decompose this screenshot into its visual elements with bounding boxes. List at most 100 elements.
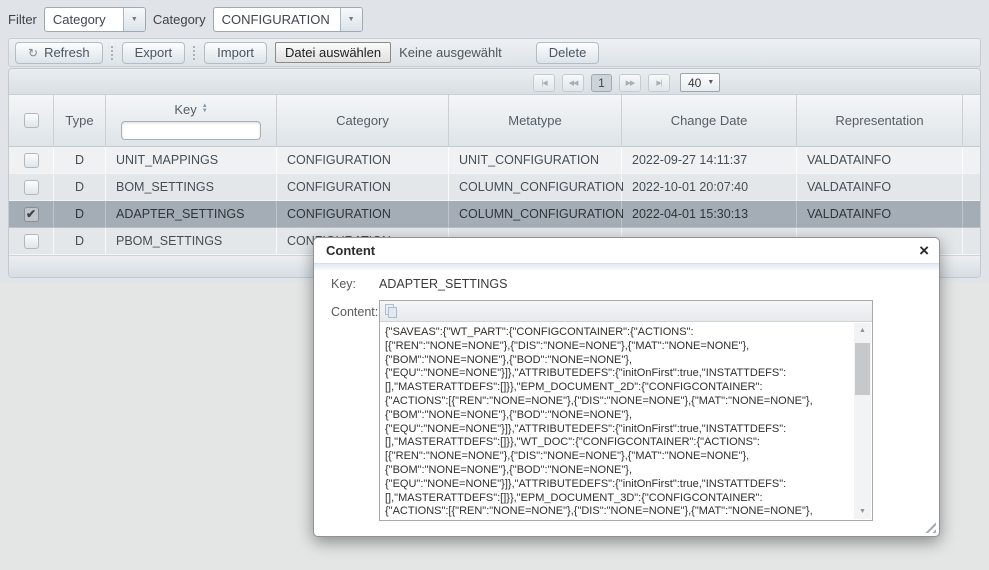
page-size-value: 40 xyxy=(688,76,701,90)
dialog-resize-handle[interactable] xyxy=(925,522,936,533)
file-choose-button[interactable]: Datei auswählen xyxy=(275,42,391,63)
column-header-representation: Representation xyxy=(797,95,963,146)
select-all-header-cell xyxy=(9,95,54,146)
select-all-checkbox[interactable] xyxy=(24,113,39,128)
current-page-indicator[interactable]: 1 xyxy=(591,74,612,92)
category-dropdown[interactable]: CONFIGURATION ▼ xyxy=(213,7,363,32)
last-page-button[interactable]: ▶| xyxy=(648,74,670,92)
row-checkbox[interactable] xyxy=(24,234,39,249)
dialog-key-value: ADAPTER_SETTINGS xyxy=(379,277,508,291)
row-checkbox-checked[interactable]: ✔ xyxy=(24,207,39,222)
table-row-selected[interactable]: ✔ D ADAPTER_SETTINGS CONFIGURATION COLUM… xyxy=(9,201,980,228)
table-row[interactable]: D UNIT_MAPPINGS CONFIGURATION UNIT_CONFI… xyxy=(9,147,980,174)
key-cell: UNIT_MAPPINGS xyxy=(106,147,277,173)
change-date-cell: 2022-04-01 15:30:13 xyxy=(622,201,797,227)
dropdown-arrow-icon[interactable]: ▼ xyxy=(340,8,362,31)
toolbar: ↻ Refresh Export Import Datei auswählen … xyxy=(8,38,981,67)
type-cell: D xyxy=(54,147,106,173)
change-date-cell: 2022-09-27 14:11:37 xyxy=(622,147,797,173)
spacer-cell xyxy=(963,228,980,254)
category-cell: CONFIGURATION xyxy=(277,147,449,173)
category-cell: CONFIGURATION xyxy=(277,201,449,227)
key-filter-input[interactable] xyxy=(121,121,261,140)
import-button[interactable]: Import xyxy=(204,42,267,64)
file-status-text: Keine ausgewählt xyxy=(399,45,502,60)
row-checkbox-cell xyxy=(9,174,54,200)
representation-cell: VALDATAINFO xyxy=(797,201,963,227)
spacer-cell xyxy=(963,174,980,200)
spacer-cell xyxy=(963,201,980,227)
scroll-up-icon[interactable]: ▲ xyxy=(854,323,871,338)
first-page-button[interactable]: |◀ xyxy=(533,74,555,92)
type-cell: D xyxy=(54,228,106,254)
copy-icon-front-page xyxy=(388,307,397,318)
paginator-controls: |◀ ◀◀ 1 ▶▶ ▶| 40 ▼ xyxy=(533,73,720,92)
metatype-cell: COLUMN_CONFIGURATION xyxy=(449,174,622,200)
content-editor[interactable]: {"SAVEAS":{"WT_PART":{"CONFIGCONTAINER":… xyxy=(379,300,873,521)
scrollbar-thumb[interactable] xyxy=(855,343,870,395)
import-button-label: Import xyxy=(217,45,254,60)
type-cell: D xyxy=(54,174,106,200)
filter-label: Filter xyxy=(8,12,37,27)
next-page-button[interactable]: ▶▶ xyxy=(619,74,641,92)
delete-button-label: Delete xyxy=(549,45,587,60)
row-checkbox-cell xyxy=(9,228,54,254)
close-icon[interactable]: × xyxy=(919,242,929,259)
filter-type-dropdown-value[interactable]: Category xyxy=(45,8,123,31)
table-header-row: Type Key ▲ ▼ Category Metatype Change Da… xyxy=(9,95,980,147)
key-sort-control[interactable]: Key ▲ ▼ xyxy=(174,102,207,117)
change-date-cell: 2022-10-01 20:07:40 xyxy=(622,174,797,200)
column-header-type: Type xyxy=(54,95,106,146)
refresh-icon: ↻ xyxy=(28,46,38,60)
category-cell: CONFIGURATION xyxy=(277,174,449,200)
key-cell: BOM_SETTINGS xyxy=(106,174,277,200)
previous-page-button[interactable]: ◀◀ xyxy=(562,74,584,92)
filter-bar: Filter Category ▼ Category CONFIGURATION… xyxy=(8,6,363,33)
check-icon: ✔ xyxy=(26,207,36,221)
select-arrow-icon: ▼ xyxy=(707,79,714,86)
file-choose-button-label: Datei auswählen xyxy=(285,45,381,60)
row-checkbox-cell xyxy=(9,147,54,173)
dialog-title-separator xyxy=(314,263,939,270)
category-label: Category xyxy=(153,12,206,27)
row-checkbox[interactable] xyxy=(24,180,39,195)
representation-cell: VALDATAINFO xyxy=(797,174,963,200)
page-size-select[interactable]: 40 ▼ xyxy=(680,73,720,92)
filter-type-dropdown[interactable]: Category ▼ xyxy=(44,7,146,32)
export-button[interactable]: Export xyxy=(122,42,186,64)
row-checkbox[interactable] xyxy=(24,153,39,168)
column-header-metatype: Metatype xyxy=(449,95,622,146)
refresh-button[interactable]: ↻ Refresh xyxy=(15,42,103,64)
content-scrollbar[interactable]: ▲ ▼ xyxy=(854,323,871,519)
copy-icon[interactable] xyxy=(385,304,399,319)
row-checkbox-cell: ✔ xyxy=(9,201,54,227)
delete-button[interactable]: Delete xyxy=(536,42,600,64)
metatype-cell: COLUMN_CONFIGURATION xyxy=(449,201,622,227)
spacer-cell xyxy=(963,147,980,173)
column-header-key: Key ▲ ▼ xyxy=(106,95,277,146)
dialog-content-label: Content: xyxy=(331,305,378,319)
dialog-title: Content xyxy=(314,238,939,263)
sort-desc-icon: ▼ xyxy=(202,109,208,114)
dropdown-arrow-icon[interactable]: ▼ xyxy=(123,8,145,31)
metatype-cell: UNIT_CONFIGURATION xyxy=(449,147,622,173)
category-dropdown-value[interactable]: CONFIGURATION xyxy=(214,8,340,31)
refresh-button-label: Refresh xyxy=(44,45,90,60)
column-header-change-date: Change Date xyxy=(622,95,797,146)
paginator-bar: |◀ ◀◀ 1 ▶▶ ▶| 40 ▼ xyxy=(9,69,980,95)
column-header-spacer xyxy=(963,95,980,146)
content-dialog: Content × Key: ADAPTER_SETTINGS Content:… xyxy=(313,237,940,537)
content-json-text[interactable]: {"SAVEAS":{"WT_PART":{"CONFIGCONTAINER":… xyxy=(385,326,850,517)
column-header-key-label: Key xyxy=(174,102,196,117)
scroll-down-icon[interactable]: ▼ xyxy=(854,504,871,519)
type-cell: D xyxy=(54,201,106,227)
content-editor-toolbar xyxy=(380,301,872,322)
key-cell: ADAPTER_SETTINGS xyxy=(106,201,277,227)
dialog-key-label: Key: xyxy=(331,277,356,291)
export-button-label: Export xyxy=(135,45,173,60)
table-row[interactable]: D BOM_SETTINGS CONFIGURATION COLUMN_CONF… xyxy=(9,174,980,201)
column-header-category: Category xyxy=(277,95,449,146)
toolbar-separator xyxy=(111,46,114,60)
representation-cell: VALDATAINFO xyxy=(797,147,963,173)
key-cell: PBOM_SETTINGS xyxy=(106,228,277,254)
